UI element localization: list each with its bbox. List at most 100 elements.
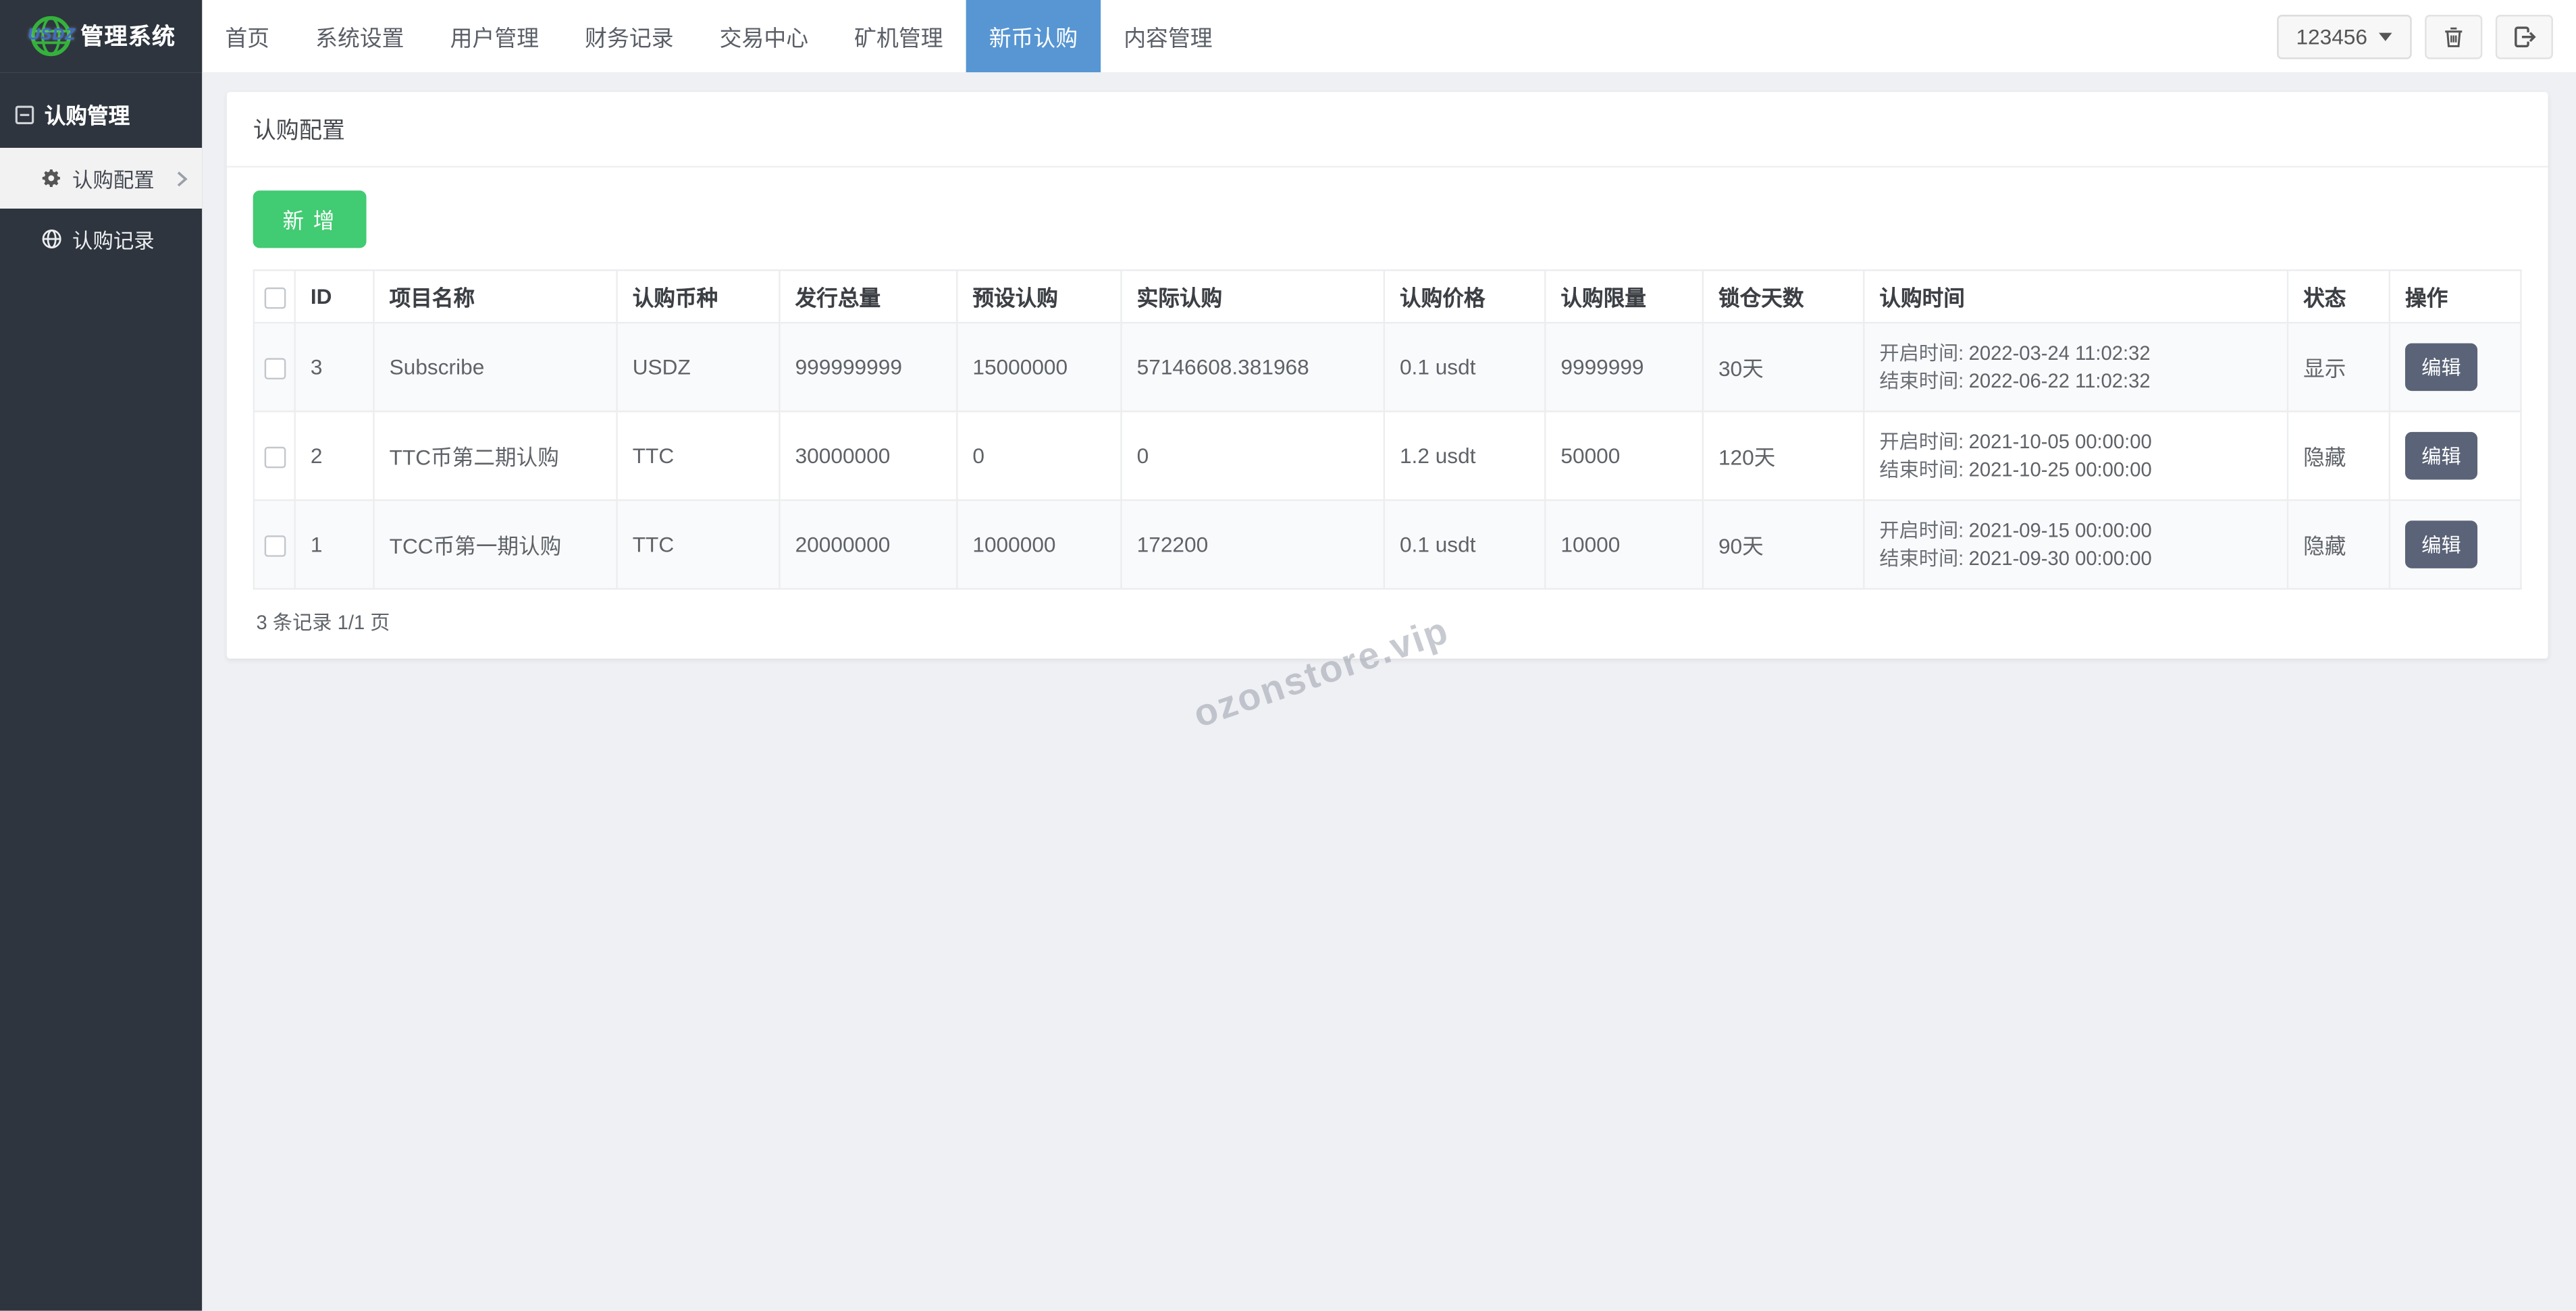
start-time-label: 开启时间:	[1879, 518, 1964, 541]
end-time-label: 结束时间:	[1879, 369, 1964, 392]
logo-brand-text: USDZ	[28, 26, 76, 45]
row-checkbox[interactable]	[263, 446, 286, 469]
cell-actual: 172200	[1120, 499, 1386, 590]
row-select-cell	[253, 321, 296, 412]
start-time-value: 2021-09-15 00:00:00	[1968, 518, 2152, 541]
sidebar-item-label: 认购记录	[72, 230, 155, 253]
row-select-cell	[253, 410, 296, 502]
cell-subscribe-time: 开启时间: 2021-10-05 00:00:00 结束时间: 2021-10-25…	[1863, 410, 2289, 502]
caret-down-icon	[2379, 32, 2392, 41]
logout-icon	[2512, 24, 2536, 48]
edit-button[interactable]: 编辑	[2404, 520, 2478, 568]
col-total-issued: 发行总量	[779, 269, 958, 324]
cell-lock-days: 120天	[1702, 410, 1865, 502]
start-time-value: 2022-03-24 11:02:32	[1968, 340, 2151, 364]
top-navigation: 首页 系统设置 用户管理 财务记录 交易中心 矿机管理 新币认购 内容管理	[202, 0, 2276, 73]
select-all-cell	[253, 269, 296, 324]
clear-cache-button[interactable]	[2425, 14, 2483, 59]
select-all-checkbox[interactable]	[263, 287, 286, 309]
row-checkbox[interactable]	[263, 358, 286, 380]
user-dropdown[interactable]: 123456	[2276, 14, 2412, 59]
cell-subscribe-time: 开启时间: 2021-09-15 00:00:00 结束时间: 2021-09-30…	[1863, 499, 2289, 590]
minus-square-icon	[15, 104, 34, 124]
col-actual: 实际认购	[1120, 269, 1386, 324]
col-project-name: 项目名称	[373, 269, 618, 324]
trash-icon	[2441, 24, 2465, 48]
cell-limit: 50000	[1544, 410, 1704, 502]
sidebar-item-label: 认购配置	[72, 169, 155, 192]
cell-price: 1.2 usdt	[1383, 410, 1546, 502]
start-time-line: 开启时间: 2021-10-05 00:00:00	[1879, 428, 2271, 456]
table-body: 3 Subscribe USDZ 999999999 15000000 5714…	[253, 321, 2522, 590]
user-name: 123456	[2296, 24, 2368, 49]
subscription-config-card: 认购配置 新 增 ID 项目名称 认购币种 发行总量 预设认购 实际认购 认购价…	[226, 92, 2548, 659]
cell-coin: USDZ	[616, 321, 781, 412]
nav-item-system-settings[interactable]: 系统设置	[292, 0, 427, 72]
cell-price: 0.1 usdt	[1383, 499, 1546, 590]
app-name: 管理系统	[80, 23, 176, 49]
cell-coin: TTC	[616, 410, 781, 502]
nav-item-user-management[interactable]: 用户管理	[427, 0, 562, 72]
cell-actual: 0	[1120, 410, 1386, 502]
nav-item-miner-management[interactable]: 矿机管理	[831, 0, 966, 72]
sidebar-item-subscription-config[interactable]: 认购配置	[0, 147, 203, 209]
topbar-right: 123456	[2276, 0, 2576, 72]
row-select-cell	[253, 499, 296, 590]
col-price: 认购价格	[1383, 269, 1546, 324]
cell-price: 0.1 usdt	[1383, 321, 1546, 412]
cell-limit: 10000	[1544, 499, 1704, 590]
end-time-label: 结束时间:	[1879, 545, 1964, 570]
nav-item-finance-records[interactable]: 财务记录	[562, 0, 697, 72]
col-action: 操作	[2388, 269, 2522, 324]
sidebar: 认购管理 认购配置 认购记录	[0, 72, 203, 1311]
end-time-line: 结束时间: 2022-06-22 11:02:32	[1879, 367, 2271, 395]
cell-action: 编辑	[2388, 321, 2522, 412]
start-time-label: 开启时间:	[1879, 429, 1964, 453]
nav-item-content-management[interactable]: 内容管理	[1101, 0, 1236, 72]
end-time-line: 结束时间: 2021-09-30 00:00:00	[1879, 545, 2271, 572]
cell-coin: TTC	[616, 499, 781, 590]
pagination-summary: 3 条记录 1/1 页	[256, 611, 390, 635]
end-time-label: 结束时间:	[1879, 457, 1964, 481]
row-checkbox[interactable]	[263, 535, 286, 557]
subscription-table: ID 项目名称 认购币种 发行总量 预设认购 实际认购 认购价格 认购限量 锁仓…	[253, 269, 2522, 590]
cell-id: 1	[294, 499, 375, 590]
col-preset: 预设认购	[956, 269, 1122, 324]
cell-subscribe-time: 开启时间: 2022-03-24 11:02:32 结束时间: 2022-06-22…	[1863, 321, 2289, 412]
cell-status: 隐藏	[2286, 410, 2391, 502]
sidebar-item-subscription-records[interactable]: 认购记录	[0, 209, 202, 269]
logout-button[interactable]	[2495, 14, 2553, 59]
col-limit: 认购限量	[1544, 269, 1704, 324]
gear-icon	[41, 167, 63, 189]
cell-limit: 9999999	[1544, 321, 1704, 412]
cell-action: 编辑	[2388, 410, 2522, 502]
cell-status: 显示	[2286, 321, 2391, 412]
chevron-right-icon	[176, 169, 188, 188]
add-new-button[interactable]: 新 增	[253, 190, 366, 248]
cell-id: 3	[294, 321, 375, 412]
end-time-line: 结束时间: 2021-10-25 00:00:00	[1879, 456, 2271, 483]
nav-item-trade-center[interactable]: 交易中心	[697, 0, 832, 72]
cell-lock-days: 30天	[1702, 321, 1865, 412]
edit-button[interactable]: 编辑	[2404, 343, 2478, 392]
start-time-line: 开启时间: 2021-09-15 00:00:00	[1879, 516, 2271, 544]
sidebar-section-subscription-management[interactable]: 认购管理	[0, 80, 202, 148]
edit-button[interactable]: 编辑	[2404, 431, 2478, 480]
page-title: 认购配置	[226, 92, 2548, 168]
col-status: 状态	[2286, 269, 2391, 324]
table-row: 1 TCC币第一期认购 TTC 20000000 1000000 172200 …	[253, 499, 2522, 590]
end-time-value: 2021-10-25 00:00:00	[1968, 457, 2152, 481]
topbar: USDZ 管理系统 首页 系统设置 用户管理 财务记录 交易中心 矿机管理 新币…	[0, 0, 2576, 73]
cell-actual: 57146608.381968	[1120, 321, 1386, 412]
cell-project-name: TTC币第二期认购	[373, 410, 618, 502]
start-time-value: 2021-10-05 00:00:00	[1968, 429, 2152, 453]
cell-status: 隐藏	[2286, 499, 2391, 590]
end-time-value: 2022-06-22 11:02:32	[1968, 369, 2151, 392]
main-content: 认购配置 新 增 ID 项目名称 认购币种 发行总量 预设认购 实际认购 认购价…	[202, 72, 2576, 1311]
cell-total-issued: 999999999	[779, 321, 958, 412]
nav-item-home[interactable]: 首页	[202, 0, 292, 72]
nav-item-new-coin-subscription[interactable]: 新币认购	[966, 0, 1101, 73]
table-header-row: ID 项目名称 认购币种 发行总量 预设认购 实际认购 认购价格 认购限量 锁仓…	[253, 269, 2522, 324]
cell-total-issued: 20000000	[779, 499, 958, 590]
col-coin: 认购币种	[616, 269, 781, 324]
